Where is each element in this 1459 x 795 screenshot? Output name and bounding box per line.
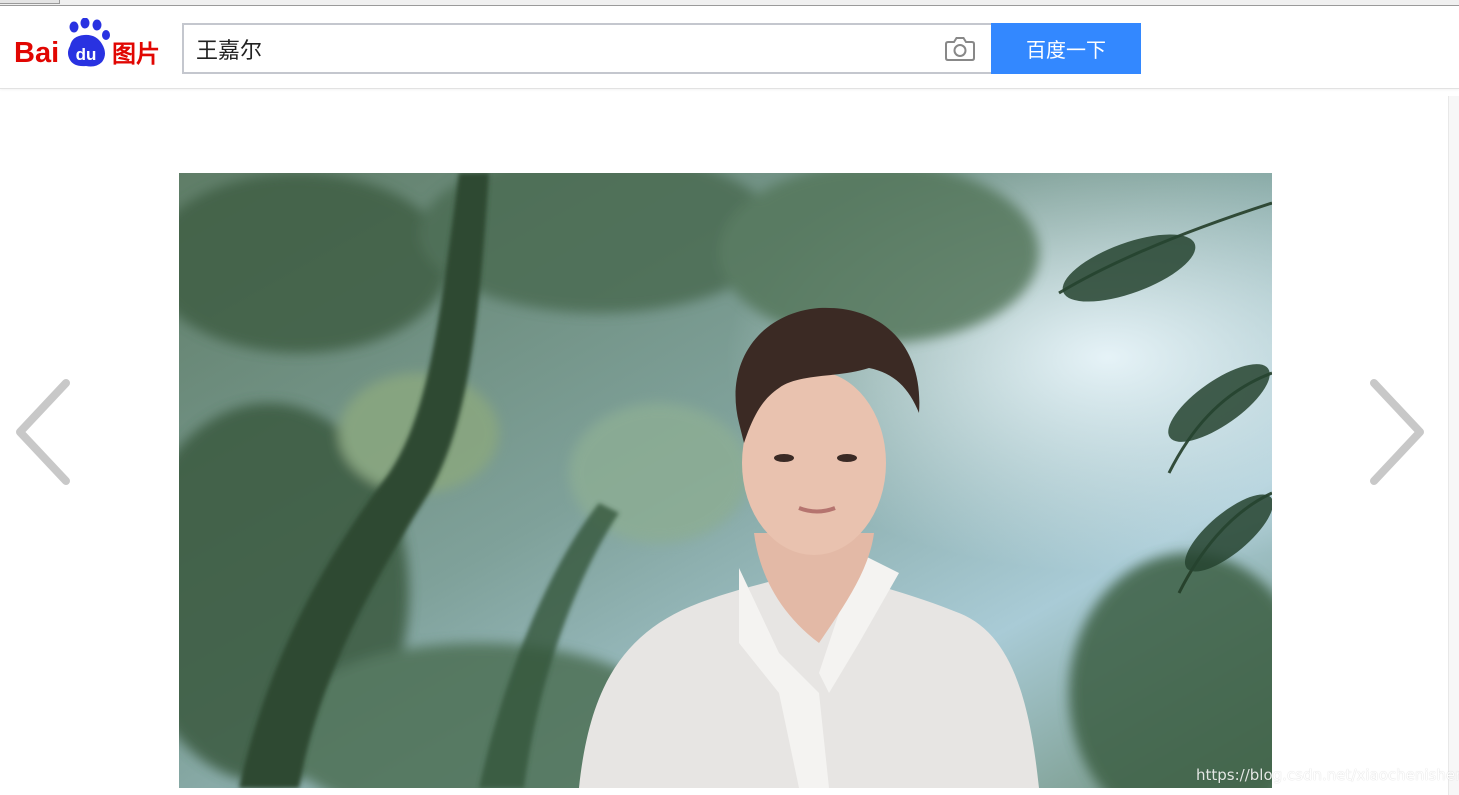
logo-text-tupian: 图片 [112,40,160,68]
logo-text-du: du [76,45,97,64]
browser-tab-stub[interactable] [0,0,60,4]
scrollbar[interactable] [1448,96,1459,795]
watermark-text: https://blog.csdn.net/xiaochenishere [1196,766,1459,784]
chevron-left-icon [10,379,74,491]
baidu-image-viewer-page: du Bai 图片 百度一下 [0,0,1459,795]
baidu-image-logo[interactable]: du Bai 图片 [14,18,170,68]
camera-icon[interactable] [944,34,976,62]
search-input[interactable] [184,25,924,72]
logo-text-bai: Bai [14,37,59,68]
search-box [182,23,992,74]
next-image-arrow[interactable] [1366,377,1430,487]
chevron-right-icon [1366,379,1430,491]
main-photo [179,173,1272,788]
prev-image-arrow[interactable] [10,377,74,487]
header-bar: du Bai 图片 百度一下 [0,6,1459,89]
search-button[interactable]: 百度一下 [991,23,1141,74]
